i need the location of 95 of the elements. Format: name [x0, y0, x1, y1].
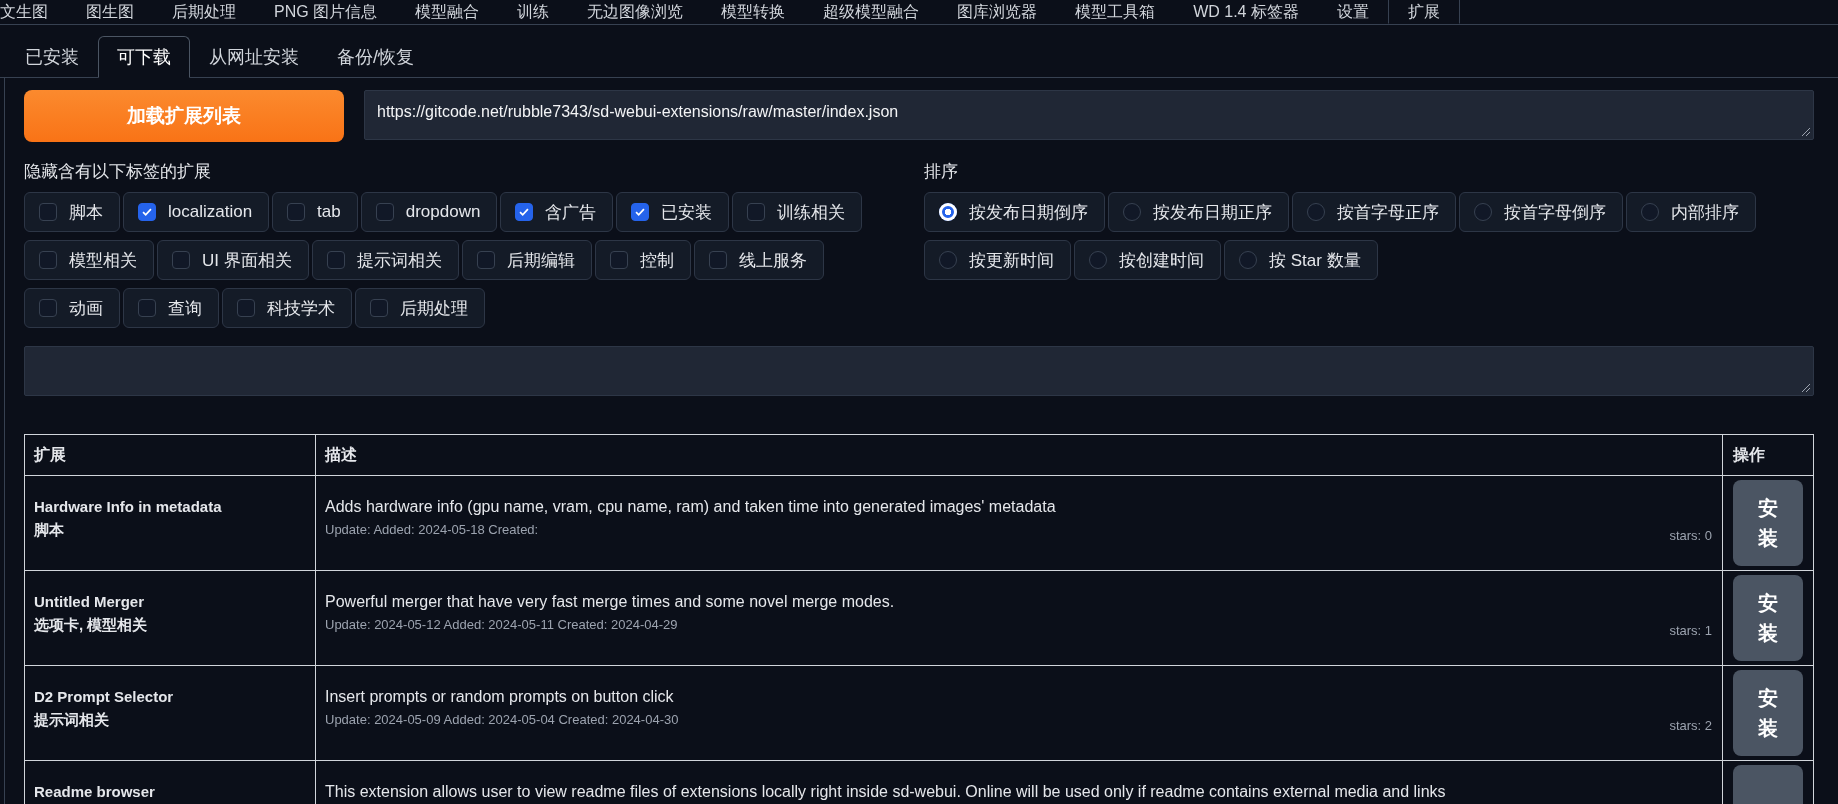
sort-radio[interactable]: 按首字母正序 [1292, 192, 1456, 232]
install-button[interactable]: 安装 [1733, 670, 1803, 756]
tab[interactable]: 超级模型融合 [804, 0, 939, 24]
tag-checkbox[interactable]: UI 界面相关 [157, 240, 309, 280]
tab[interactable]: 模型转换 [702, 0, 805, 24]
tag-checkbox[interactable]: 动画 [24, 288, 120, 328]
tag-checkbox[interactable]: 已安装 [616, 192, 730, 232]
tag-checkbox[interactable]: 后期编辑 [461, 240, 592, 280]
tab[interactable]: 模型工具箱 [1056, 0, 1175, 24]
tag-checkbox[interactable]: 控制 [594, 240, 691, 280]
star-count: stars: 2 [1669, 718, 1712, 733]
tag-checkbox[interactable]: tab [272, 192, 358, 232]
checkbox-icon[interactable] [326, 251, 345, 269]
tag-checkbox[interactable]: localization [123, 192, 270, 232]
resize-handle-icon[interactable] [1802, 384, 1810, 392]
sort-label: 排序 [924, 161, 958, 183]
tab[interactable]: 模型融合 [396, 0, 499, 24]
extension-dates: Update: Added: 2024-05-18 Created: [325, 522, 539, 537]
sort-radio[interactable]: 按发布日期正序 [1108, 192, 1289, 232]
extension-dates: Update: 2024-05-09 Added: 2024-05-04 Created: 2024-04-30 [325, 712, 679, 727]
radio-icon[interactable] [939, 203, 957, 221]
checkbox-icon[interactable] [747, 203, 766, 221]
radio-icon[interactable] [1641, 203, 1659, 221]
star-count: stars: 0 [1669, 528, 1712, 543]
sort-radio[interactable]: 按更新时间 [924, 240, 1071, 280]
checkbox-icon[interactable] [172, 251, 190, 269]
tab[interactable]: PNG 图片信息 [255, 0, 397, 24]
extension-description: Adds hardware info (gpu name, vram, cpu name, ram) and taken time into generated images' metadata [325, 498, 1057, 516]
tab[interactable]: 无边图像浏览 [568, 0, 703, 24]
tag-checkbox[interactable]: 提示词相关 [311, 240, 459, 280]
tag-checkbox[interactable]: 查询 [123, 288, 219, 328]
filter-label: 隐藏含有以下标签的扩展 [24, 161, 211, 183]
tab[interactable]: 图库浏览器 [938, 0, 1057, 24]
column-header: 操作 [1722, 434, 1814, 476]
sort-radio[interactable]: 按首字母倒序 [1459, 192, 1623, 232]
tab[interactable]: 备份/恢复 [318, 36, 433, 78]
radio-icon[interactable] [1089, 251, 1107, 269]
tab[interactable]: 文生图 [0, 0, 67, 24]
star-count: stars: 1 [1669, 623, 1712, 638]
checkbox-icon[interactable] [515, 203, 534, 221]
tab[interactable]: 训练 [498, 0, 569, 24]
tab[interactable]: WD 1.4 标签器 [1174, 0, 1318, 24]
install-button[interactable]: 安装 [1733, 575, 1803, 661]
tab[interactable]: 后期处理 [153, 0, 255, 24]
tag-checkbox[interactable]: dropdown [360, 192, 498, 232]
tab[interactable]: 从网址安装 [190, 36, 318, 78]
checkbox-icon[interactable] [39, 251, 57, 269]
resize-handle-icon[interactable] [1802, 128, 1810, 136]
extension-tags: 提示词相关 [34, 711, 306, 730]
extension-tags: 选项卡, 模型相关 [34, 616, 306, 635]
checkbox-icon[interactable] [287, 203, 306, 221]
checkbox-icon[interactable] [237, 299, 255, 317]
checkbox-icon[interactable] [370, 299, 388, 317]
sort-radio[interactable]: 内部排序 [1626, 192, 1756, 232]
tab[interactable]: 设置 [1317, 0, 1388, 24]
tab[interactable]: 可下载 [98, 36, 190, 78]
extension-description: Powerful merger that have very fast merge times and some novel merge modes. [325, 593, 896, 611]
tag-checkbox[interactable]: 含广告 [500, 192, 614, 232]
sort-radio[interactable]: 按创建时间 [1074, 240, 1221, 280]
column-header: 扩展 [24, 434, 316, 476]
radio-icon[interactable] [1123, 203, 1141, 221]
checkbox-icon[interactable] [39, 299, 57, 317]
tag-checkbox[interactable]: 训练相关 [732, 192, 863, 232]
tag-checkbox[interactable]: 线上服务 [693, 240, 824, 280]
radio-icon[interactable] [1474, 203, 1492, 221]
checkbox-icon[interactable] [138, 203, 156, 221]
extension-name[interactable]: D2 Prompt Selector [34, 688, 306, 705]
tag-checkbox[interactable]: 脚本 [24, 192, 120, 232]
checkbox-icon[interactable] [708, 251, 727, 269]
tab[interactable]: 图生图 [67, 0, 153, 24]
tag-checkbox[interactable]: 科技学术 [222, 288, 352, 328]
radio-icon[interactable] [1239, 251, 1257, 269]
sort-radio[interactable]: 按 Star 数量 [1224, 240, 1378, 280]
checkbox-icon[interactable] [39, 203, 57, 221]
url-field[interactable]: https://gitcode.net/rubble7343/sd-webui-extensions/raw/master/index.json [364, 90, 1814, 140]
tab[interactable]: 已安装 [6, 36, 98, 78]
extension-tags: 脚本 [34, 521, 306, 540]
extension-name[interactable]: Hardware Info in metadata [34, 498, 306, 515]
install-button[interactable]: 安装 [1733, 480, 1803, 566]
tag-checkbox[interactable]: 模型相关 [24, 240, 154, 280]
checkbox-icon[interactable] [476, 251, 495, 269]
extension-description: Insert prompts or random prompts on button click [325, 688, 675, 706]
extension-dates: Update: 2024-05-12 Added: 2024-05-11 Created: 2024-04-29 [325, 617, 678, 632]
extension-description: This extension allows user to view readme files of extensions locally right inside sd-webui. Online will be used only if readme contains external media and links [325, 783, 1447, 801]
checkbox-icon[interactable] [138, 299, 156, 317]
column-header: 描述 [315, 434, 1723, 476]
radio-icon[interactable] [1307, 203, 1325, 221]
tab[interactable]: 扩展 [1387, 0, 1460, 24]
tag-checkbox[interactable]: 后期处理 [355, 288, 485, 328]
radio-icon[interactable] [939, 251, 957, 269]
checkbox-icon[interactable] [631, 203, 650, 221]
checkbox-icon[interactable] [609, 251, 628, 269]
extension-name[interactable]: Untitled Merger [34, 593, 306, 610]
sort-radio[interactable]: 按发布日期倒序 [924, 192, 1105, 232]
checkbox-icon[interactable] [375, 203, 394, 221]
